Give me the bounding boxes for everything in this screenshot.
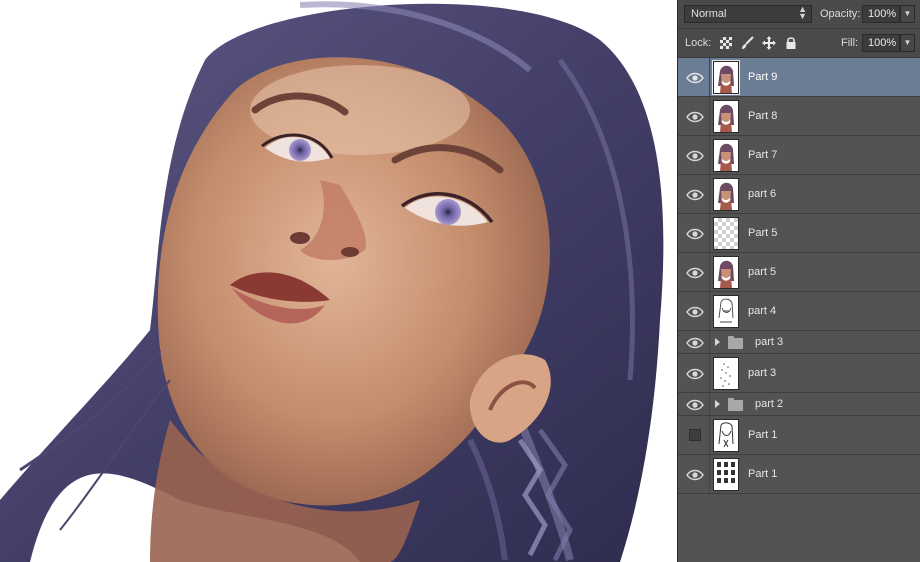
layers-panel: Normal ▲ ▼ Opacity: 100% ▼ Lock: Fill: 1… (677, 0, 920, 562)
visibility-eye-icon[interactable] (686, 72, 704, 84)
divider (709, 214, 710, 252)
lock-all-icon[interactable] (784, 36, 798, 50)
layer-name[interactable]: Part 7 (748, 149, 777, 161)
divider (709, 354, 710, 392)
divider (709, 175, 710, 213)
divider (709, 97, 710, 135)
group-name[interactable]: part 2 (755, 398, 783, 410)
lock-paint-icon[interactable] (740, 36, 754, 50)
expand-triangle-icon[interactable] (715, 338, 720, 346)
layer-thumbnail (713, 357, 739, 390)
select-arrows-icon: ▲ ▼ (798, 4, 807, 21)
folder-icon (728, 398, 743, 411)
layer-name[interactable]: Part 8 (748, 110, 777, 122)
layer-name[interactable]: part 5 (748, 266, 776, 278)
opacity-dropdown-button[interactable]: ▼ (900, 5, 915, 23)
layer-name[interactable]: part 4 (748, 305, 776, 317)
layer-name[interactable]: Part 1 (748, 429, 777, 441)
divider (709, 331, 710, 353)
divider (709, 292, 710, 330)
divider (709, 393, 710, 415)
visibility-eye-icon[interactable] (686, 337, 704, 349)
layer-name[interactable]: Part 9 (748, 71, 777, 83)
fill-dropdown-button[interactable]: ▼ (900, 34, 915, 52)
document-canvas[interactable] (0, 0, 677, 562)
layer-row[interactable]: Part 9 (678, 58, 920, 97)
visibility-eye-icon[interactable] (686, 228, 704, 240)
layers-options-bar: Normal ▲ ▼ Opacity: 100% ▼ (678, 0, 920, 29)
layer-name[interactable]: Part 5 (748, 227, 777, 239)
lock-move-icon[interactable] (762, 36, 776, 50)
folder-icon (728, 336, 743, 349)
visibility-eye-icon[interactable] (686, 111, 704, 123)
visibility-toggle-off[interactable] (689, 429, 701, 441)
opacity-label: Opacity: (820, 8, 861, 20)
divider (709, 58, 710, 96)
layer-row[interactable]: Part 7 (678, 136, 920, 175)
portrait-painting (0, 1, 664, 562)
visibility-eye-icon[interactable] (686, 306, 704, 318)
layer-thumbnail (713, 256, 739, 289)
divider (709, 253, 710, 291)
layer-row[interactable]: part 5 (678, 253, 920, 292)
visibility-eye-icon[interactable] (686, 267, 704, 279)
divider (709, 455, 710, 493)
layer-row[interactable]: part 6 (678, 175, 920, 214)
layer-group-row[interactable]: part 2 (678, 393, 920, 416)
lock-label: Lock: (685, 37, 712, 49)
fill-field[interactable]: 100% (862, 34, 900, 52)
group-name[interactable]: part 3 (755, 336, 783, 348)
expand-triangle-icon[interactable] (715, 400, 720, 408)
layer-thumbnail (712, 60, 740, 95)
visibility-eye-icon[interactable] (686, 189, 704, 201)
visibility-eye-icon[interactable] (686, 150, 704, 162)
blend-mode-select[interactable]: Normal ▲ ▼ (684, 5, 812, 23)
divider (709, 136, 710, 174)
visibility-eye-icon[interactable] (686, 368, 704, 380)
layer-thumbnail (713, 100, 739, 133)
layer-name[interactable]: Part 1 (748, 468, 777, 480)
fill-label: Fill: (841, 37, 859, 49)
lock-fill-bar: Lock: Fill: 100% ▼ (678, 29, 920, 58)
opacity-field[interactable]: 100% (862, 5, 900, 23)
layer-row[interactable]: part 3 (678, 354, 920, 393)
layer-row[interactable]: Part 8 (678, 97, 920, 136)
layer-row[interactable]: Part 1 (678, 416, 920, 455)
divider (709, 416, 710, 454)
visibility-eye-icon[interactable] (686, 469, 704, 481)
layer-name[interactable]: part 6 (748, 188, 776, 200)
layer-list: Part 9 Part 8 Part 7 part 6 Part 5 part … (678, 58, 920, 494)
layer-thumbnail (713, 419, 739, 452)
blend-mode-value: Normal (691, 8, 727, 20)
layer-thumbnail (713, 295, 739, 328)
layer-row[interactable]: Part 5 (678, 214, 920, 253)
visibility-eye-icon[interactable] (686, 399, 704, 411)
layer-group-row[interactable]: part 3 (678, 331, 920, 354)
lock-transparent-icon[interactable] (719, 36, 733, 50)
layer-row[interactable]: Part 1 (678, 455, 920, 494)
layer-thumbnail (713, 458, 739, 491)
layer-thumbnail (713, 217, 739, 250)
layer-thumbnail (713, 139, 739, 172)
layer-thumbnail (713, 178, 739, 211)
layer-name[interactable]: part 3 (748, 367, 776, 379)
layer-row[interactable]: part 4 (678, 292, 920, 331)
